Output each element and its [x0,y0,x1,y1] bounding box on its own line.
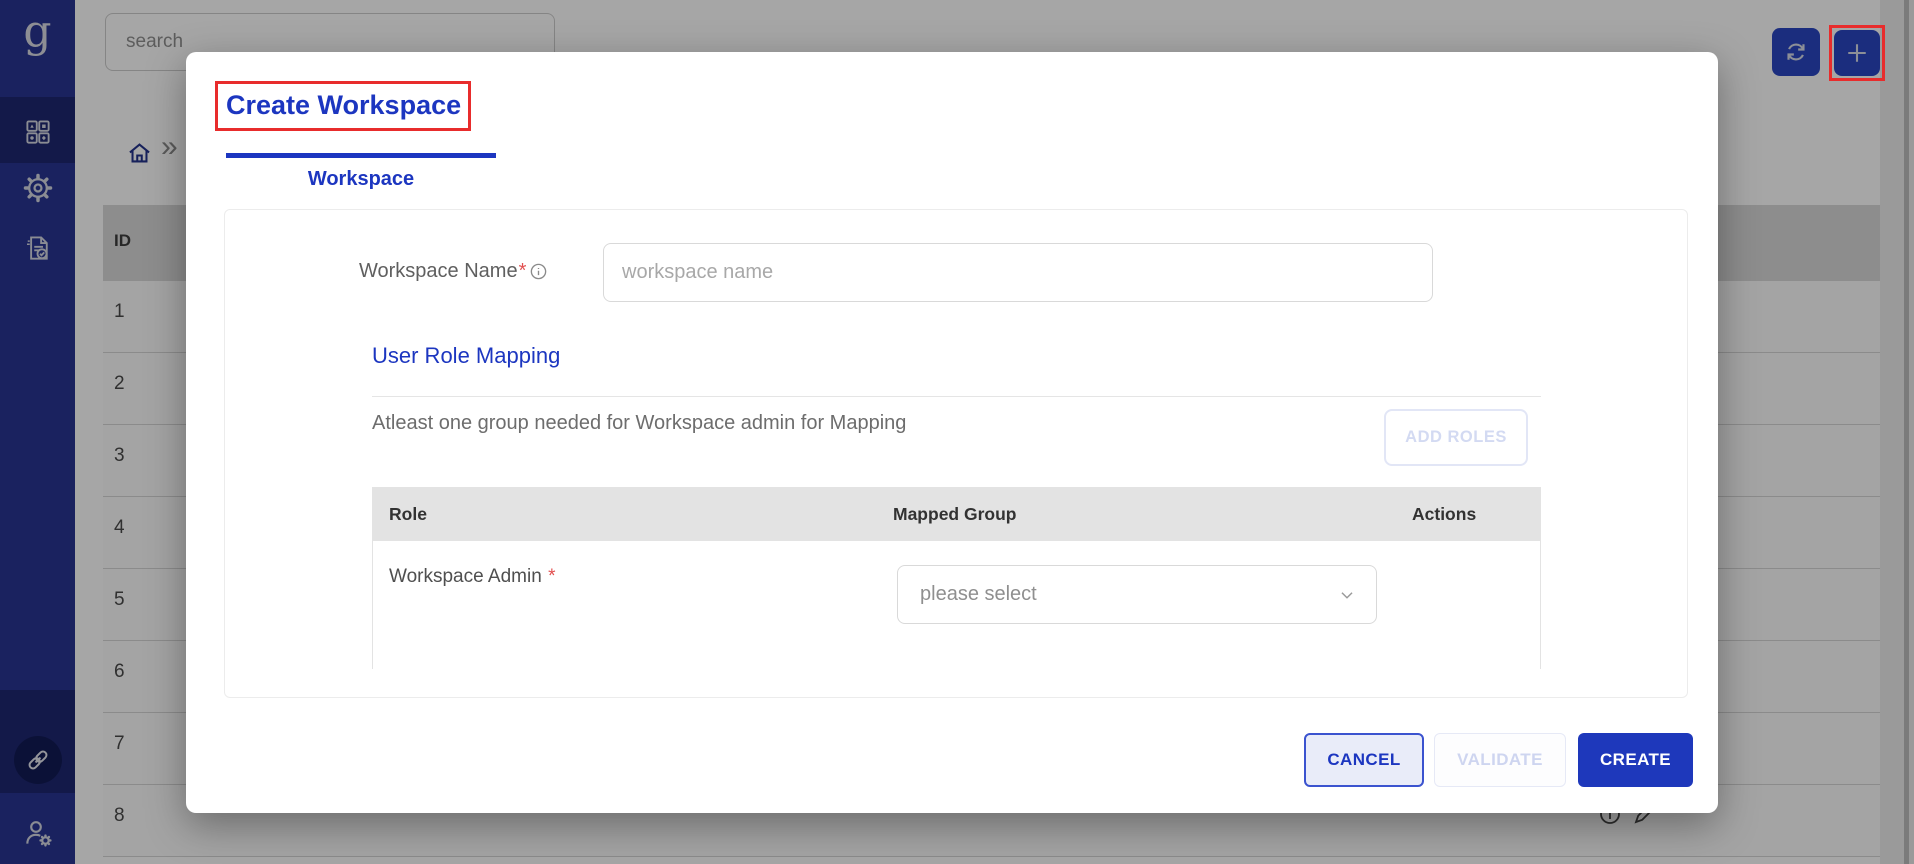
user-role-mapping-title: User Role Mapping [372,343,561,368]
required-asterisk: * [548,566,556,587]
actions-column-header: Actions [1412,504,1477,524]
info-icon[interactable] [529,262,548,281]
add-roles-button[interactable]: ADD ROLES [1384,409,1528,466]
tab-active-indicator [226,153,496,158]
modal-title: Create Workspace [226,90,462,120]
create-workspace-modal: Create Workspace Workspace Workspace Nam… [186,52,1718,813]
mapping-helper-text: Atleast one group needed for Workspace a… [372,412,907,434]
workspace-name-label-text: Workspace Name [359,260,518,282]
role-table-header: Role Mapped Group Actions [373,488,1540,541]
role-column-header: Role [389,504,427,524]
create-button[interactable]: CREATE [1578,733,1693,787]
mapped-group-select[interactable]: please select [897,565,1377,624]
workspace-name-input[interactable] [603,243,1433,302]
screen: » ID 1 2 3 4 [0,0,1914,864]
select-placeholder: please select [920,583,1037,605]
workspace-name-label: Workspace Name * [359,260,548,283]
validate-button[interactable]: VALIDATE [1434,733,1566,787]
chevron-down-icon [1336,584,1358,606]
mapped-group-column-header: Mapped Group [893,504,1017,524]
cancel-button[interactable]: CANCEL [1304,733,1424,787]
section-divider [372,396,1541,397]
role-table-row: Workspace Admin * please select [373,541,1540,669]
required-asterisk: * [518,260,527,282]
role-mapping-table: Role Mapped Group Actions Workspace Admi… [372,487,1541,669]
role-name: Workspace Admin * [389,566,555,588]
tab-workspace[interactable]: Workspace [226,168,496,191]
role-name-text: Workspace Admin [389,566,542,587]
